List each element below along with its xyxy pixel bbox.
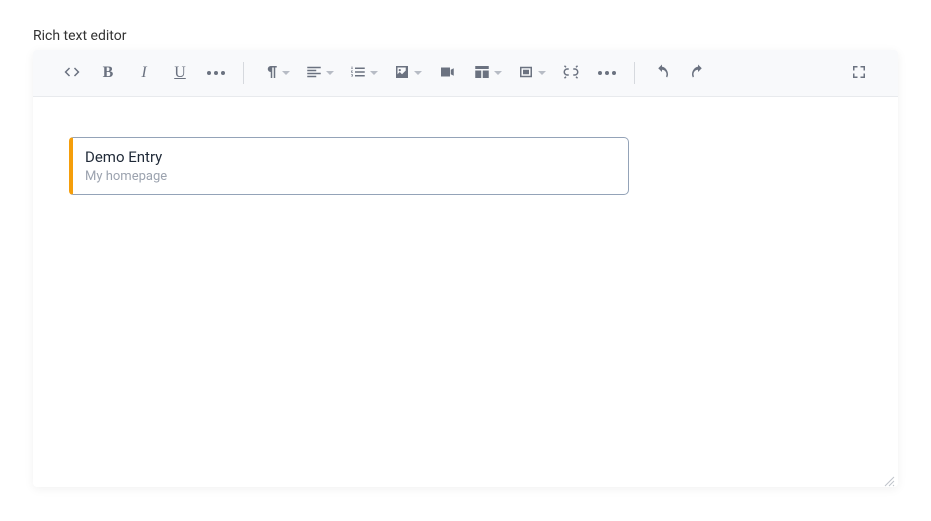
- editor-content[interactable]: Demo Entry My homepage: [33, 97, 898, 487]
- image-button[interactable]: [386, 56, 428, 90]
- chevron-down-icon: [494, 71, 502, 75]
- code-icon: [63, 63, 81, 84]
- unlink-icon: [562, 63, 580, 84]
- underline-icon: U: [174, 64, 186, 82]
- toolbar: B I U: [33, 50, 898, 97]
- entry-card[interactable]: Demo Entry My homepage: [69, 137, 629, 195]
- chevron-down-icon: [414, 71, 422, 75]
- italic-icon: I: [141, 64, 146, 82]
- code-view-button[interactable]: [55, 56, 89, 90]
- video-button[interactable]: [430, 56, 464, 90]
- list-button[interactable]: [342, 56, 384, 90]
- align-left-icon: [305, 63, 323, 84]
- resize-handle[interactable]: [883, 472, 895, 484]
- unlink-button[interactable]: [554, 56, 588, 90]
- underline-button[interactable]: U: [163, 56, 197, 90]
- embed-button[interactable]: [510, 56, 552, 90]
- undo-icon: [653, 63, 671, 84]
- undo-button[interactable]: [645, 56, 679, 90]
- image-icon: [393, 63, 411, 84]
- redo-icon: [689, 63, 707, 84]
- editor-label: Rich text editor: [33, 28, 898, 44]
- entry-subtitle: My homepage: [85, 169, 616, 184]
- bold-icon: B: [103, 64, 114, 82]
- paragraph-format-button[interactable]: [254, 56, 296, 90]
- entry-title: Demo Entry: [85, 148, 616, 166]
- chevron-down-icon: [538, 71, 546, 75]
- embed-icon: [517, 63, 535, 84]
- ellipsis-icon: [598, 71, 616, 75]
- pilcrow-icon: [261, 63, 279, 84]
- fullscreen-icon: [850, 63, 868, 84]
- chevron-down-icon: [326, 71, 334, 75]
- bold-button[interactable]: B: [91, 56, 125, 90]
- more-rich-button[interactable]: [590, 56, 624, 90]
- video-icon: [438, 63, 456, 84]
- editor-container: B I U: [33, 50, 898, 487]
- separator: [634, 62, 635, 84]
- chevron-down-icon: [282, 71, 290, 75]
- fullscreen-button[interactable]: [842, 56, 876, 90]
- italic-button[interactable]: I: [127, 56, 161, 90]
- table-icon: [473, 63, 491, 84]
- table-button[interactable]: [466, 56, 508, 90]
- align-button[interactable]: [298, 56, 340, 90]
- more-text-button[interactable]: [199, 56, 233, 90]
- redo-button[interactable]: [681, 56, 715, 90]
- separator: [243, 62, 244, 84]
- ordered-list-icon: [349, 63, 367, 84]
- chevron-down-icon: [370, 71, 378, 75]
- ellipsis-icon: [207, 71, 225, 75]
